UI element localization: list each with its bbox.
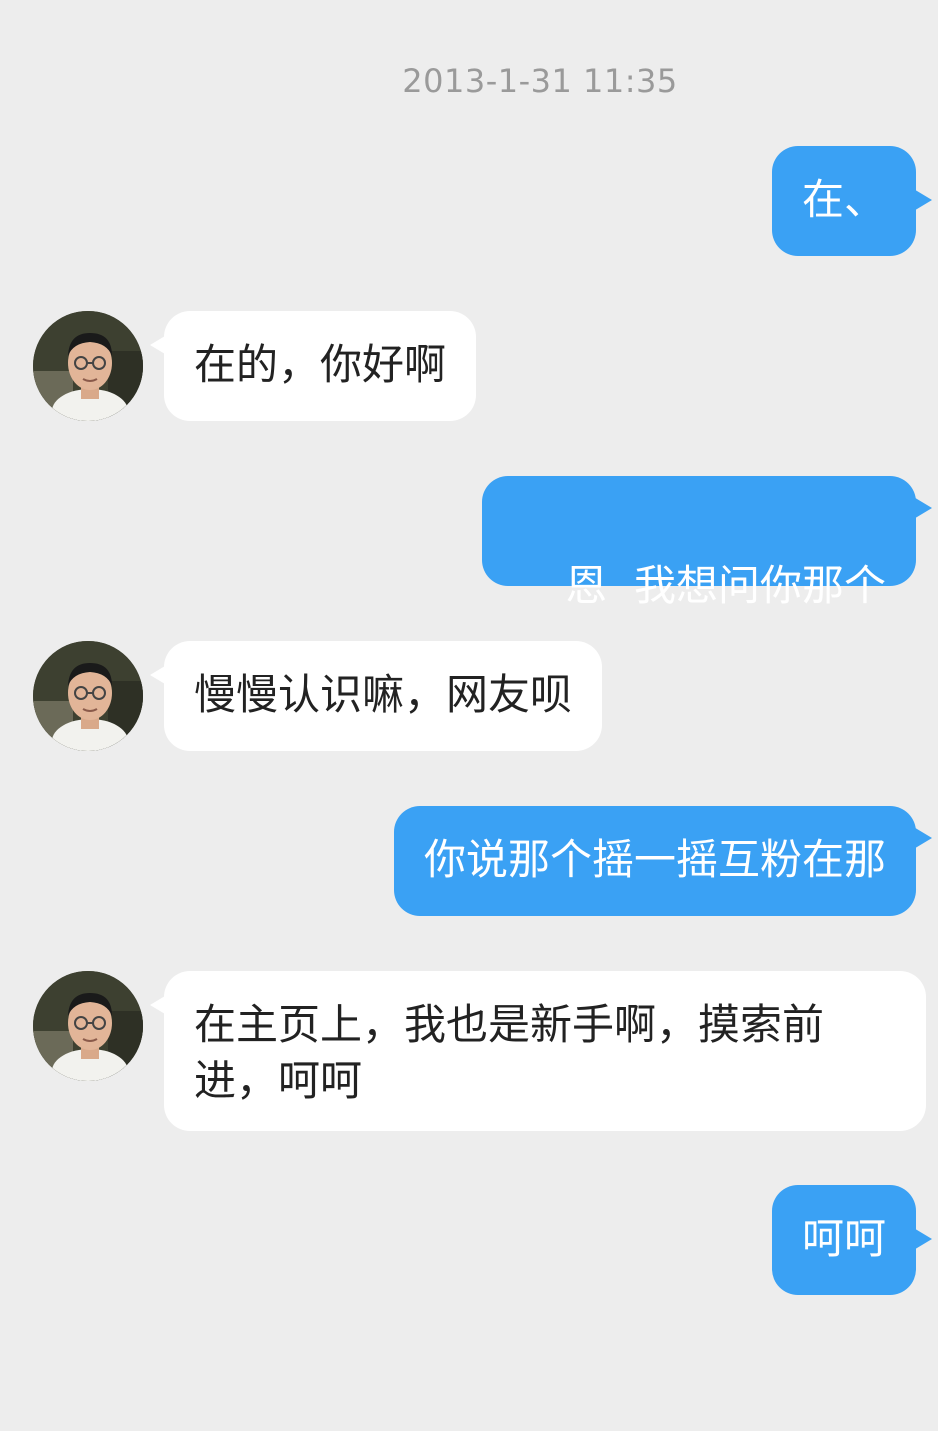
- incoming-message-bubble[interactable]: 慢慢认识嘛，网友呗: [164, 641, 603, 751]
- outgoing-message-bubble[interactable]: 你说那个摇一摇互粉在那: [393, 806, 916, 916]
- message-text: 在、: [801, 175, 886, 224]
- message-row-incoming: 慢慢认识嘛，网友呗: [0, 641, 938, 751]
- person-avatar-icon: [33, 311, 143, 421]
- message-row-incoming: 在主页上，我也是新手啊，摸索前进，呵呵: [0, 971, 938, 1131]
- message-row-incoming: 在的，你好啊: [0, 311, 938, 421]
- outgoing-message-bubble[interactable]: 在、: [771, 146, 916, 256]
- message-text: 呵呵: [801, 1214, 886, 1263]
- message-row-outgoing: 在、: [0, 146, 938, 256]
- message-text: 你说那个摇一摇互粉在那: [423, 835, 886, 884]
- message-row-outgoing: 恩 我想问你那个: [0, 476, 938, 610]
- outgoing-message-bubble[interactable]: 恩 我想问你那个: [481, 476, 916, 610]
- message-row-outgoing: 你说那个摇一摇互粉在那: [0, 806, 938, 916]
- chat-timestamp: 2013-1-31 11:35: [402, 62, 678, 100]
- contact-avatar[interactable]: [33, 641, 143, 751]
- outgoing-message-bubble[interactable]: 呵呵: [771, 1185, 916, 1295]
- incoming-message-bubble[interactable]: 在主页上，我也是新手啊，摸索前进，呵呵: [164, 971, 926, 1131]
- message-text: 在的，你好啊: [194, 340, 447, 389]
- message-text: 慢慢认识嘛，网友呗: [194, 670, 573, 719]
- person-avatar-icon: [33, 641, 143, 751]
- contact-avatar[interactable]: [33, 971, 143, 1081]
- person-avatar-icon: [33, 971, 143, 1081]
- message-row-outgoing: 呵呵: [0, 1185, 938, 1295]
- message-text: 恩 我想问你那个: [565, 561, 886, 610]
- incoming-message-bubble[interactable]: 在的，你好啊: [164, 311, 477, 421]
- contact-avatar[interactable]: [33, 311, 143, 421]
- message-text: 在主页上，我也是新手啊，摸索前进，呵呵: [194, 1000, 825, 1105]
